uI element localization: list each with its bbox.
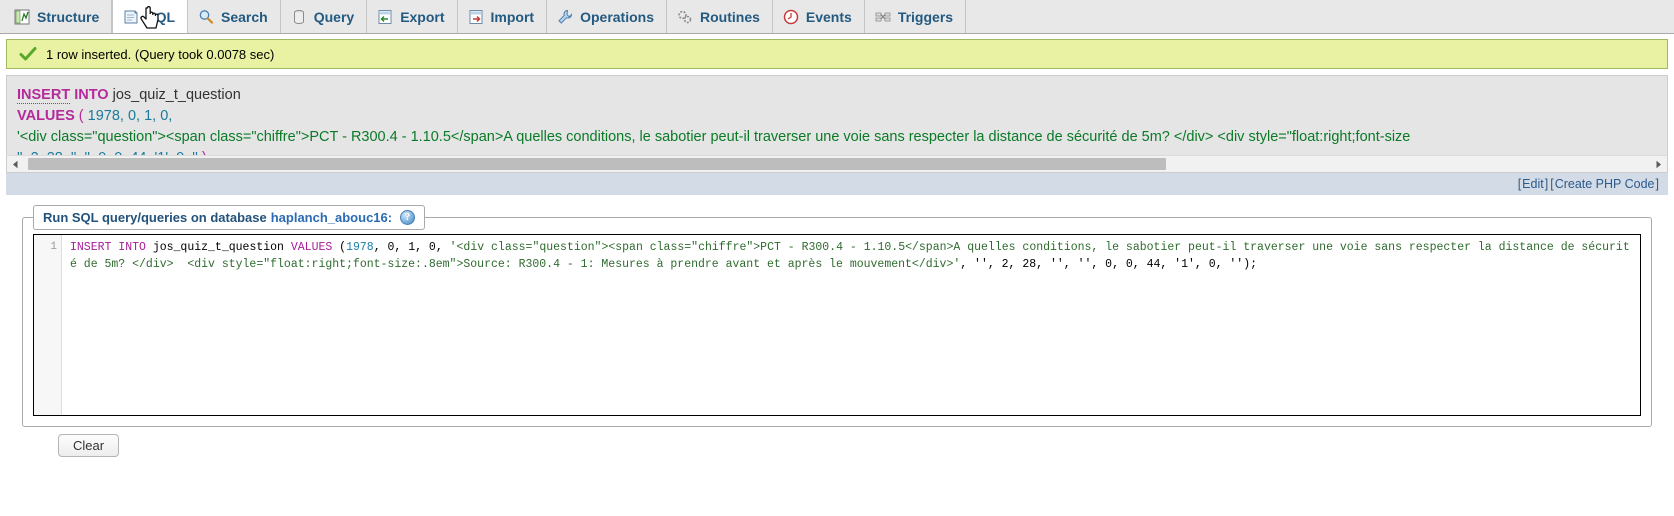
tab-query-label: Query	[313, 8, 355, 25]
tab-query[interactable]: Query	[280, 0, 368, 33]
editor-tail: , '', 2, 28, '', '', 0, 0, 44, '1', 0, '…	[960, 258, 1257, 272]
tab-structure-label: Structure	[37, 8, 100, 25]
edit-query-link[interactable]: Edit	[1522, 177, 1544, 191]
query-kw-into: INTO	[74, 87, 109, 103]
tab-operations[interactable]: Operations	[547, 0, 667, 33]
editor-line-gutter: 1	[34, 235, 62, 415]
editor-number: 1978	[346, 241, 374, 254]
tab-import-label: Import	[490, 8, 535, 25]
bracket-close-php: ]	[1655, 177, 1659, 191]
editor-kw-values: VALUES	[290, 241, 333, 254]
tab-events-label: Events	[805, 8, 852, 25]
query-line-2: VALUES ( 1978, 0, 1, 0,	[17, 106, 1657, 127]
tab-export[interactable]: Export	[367, 0, 458, 33]
tab-triggers[interactable]: Triggers	[864, 0, 967, 33]
status-banner-wrap: 1 row inserted. (Query took 0.0078 sec)	[0, 34, 1674, 69]
query-string-value: '<div class="question"><span class="chif…	[17, 129, 1411, 146]
search-icon	[197, 8, 215, 26]
query-line-4: '', 2, 28, '', '', 0, 0, 44, '1', 0, '' …	[17, 148, 1657, 155]
tab-triggers-label: Triggers	[897, 8, 954, 25]
tab-import[interactable]: Import	[457, 0, 548, 33]
events-clock-icon	[782, 8, 800, 26]
triggers-icon	[874, 8, 892, 26]
tab-operations-label: Operations	[580, 8, 654, 25]
query-table-name: jos_quiz_t_question	[112, 87, 241, 103]
editor-line-number: 1	[50, 241, 57, 253]
import-icon	[467, 8, 485, 26]
success-check-icon	[19, 46, 37, 62]
run-sql-legend-text: Run SQL query/queries on database	[43, 210, 267, 225]
export-icon	[376, 8, 394, 26]
tab-events[interactable]: Events	[772, 0, 865, 33]
editor-table: jos_quiz_t_question	[145, 241, 291, 254]
create-php-code-link[interactable]: Create PHP Code	[1555, 177, 1655, 191]
scrollbar-track[interactable]	[24, 157, 1650, 171]
query-kw-values: VALUES	[17, 108, 75, 125]
sql-icon	[122, 8, 140, 26]
tab-structure[interactable]: Structure	[4, 0, 113, 33]
query-line-1: INSERT INTO jos_quiz_t_question	[17, 85, 1657, 106]
status-banner: 1 row inserted. (Query took 0.0078 sec)	[6, 39, 1668, 69]
query-icon	[290, 8, 308, 26]
query-line-3: '<div class="question"><span class="chif…	[17, 127, 1657, 148]
tab-routines-label: Routines	[700, 8, 760, 25]
run-sql-fieldset: Run SQL query/queries on database haplan…	[22, 205, 1652, 427]
tab-routines[interactable]: Routines	[667, 0, 773, 33]
sql-query-input[interactable]: INSERT INTO jos_quiz_t_question VALUES (…	[62, 235, 1640, 415]
run-sql-legend: Run SQL query/queries on database haplan…	[33, 205, 426, 230]
tab-export-label: Export	[400, 8, 445, 25]
query-paren-open: (	[78, 108, 84, 125]
query-action-linkbar: [ Edit ] [ Create PHP Code ]	[6, 173, 1668, 195]
editor-open-paren: (	[332, 241, 347, 254]
scrollbar-thumb[interactable]	[28, 158, 1167, 170]
sql-form-buttons: Clear	[22, 427, 1674, 457]
executed-query-box[interactable]: INSERT INTO jos_quiz_t_question VALUES (…	[6, 75, 1668, 155]
query-kw-insert: INSERT	[17, 87, 71, 104]
query-horizontal-scrollbar[interactable]	[6, 155, 1668, 173]
structure-icon	[13, 8, 31, 26]
status-banner-message: 1 row inserted. (Query took 0.0078 sec)	[46, 46, 275, 62]
tab-search-label: Search	[221, 8, 268, 25]
query-numbers: 1978, 0, 1, 0,	[87, 108, 173, 125]
routines-gears-icon	[676, 8, 694, 26]
scroll-left-arrow-icon[interactable]	[7, 156, 24, 172]
main-tab-bar: Structure SQL Search Query Export Import…	[0, 0, 1674, 34]
database-name: haplanch_abouc16:	[270, 210, 393, 225]
editor-mid: , 0, 1, 0,	[373, 241, 450, 254]
tab-sql[interactable]: SQL	[112, 0, 189, 33]
executed-query-wrap: INSERT INTO jos_quiz_t_question VALUES (…	[0, 69, 1674, 173]
sql-query-editor[interactable]: 1 INSERT INTO jos_quiz_t_question VALUES…	[33, 234, 1641, 416]
tab-search[interactable]: Search	[188, 0, 281, 33]
editor-kw-insert: INSERT INTO	[70, 241, 146, 254]
clear-button[interactable]: Clear	[58, 434, 120, 457]
operations-wrench-icon	[556, 8, 574, 26]
scroll-right-arrow-icon[interactable]	[1650, 156, 1667, 172]
help-question-icon[interactable]: ?	[400, 210, 416, 225]
tab-sql-label: SQL	[146, 8, 176, 25]
sql-form-wrap: Run SQL query/queries on database haplan…	[0, 195, 1674, 457]
